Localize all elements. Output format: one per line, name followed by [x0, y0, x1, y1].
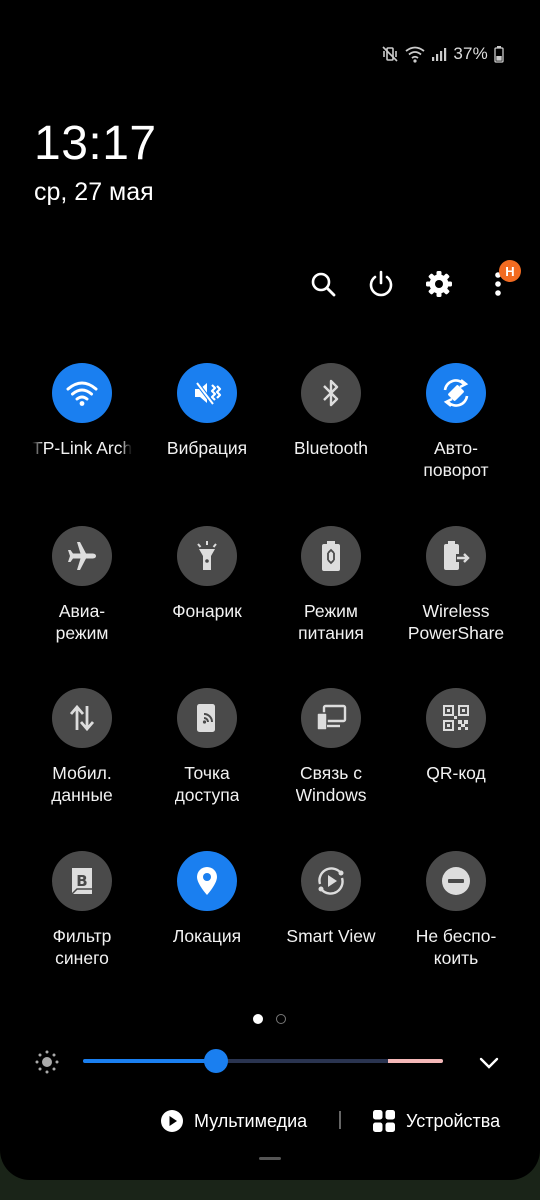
settings-button[interactable] [421, 266, 457, 302]
vibrate-icon [195, 381, 222, 406]
tile-icon-bg [301, 363, 361, 423]
quick-settings-panel: 37% 13:17 ср, 27 мая H TP-Link Arch Вибр… [0, 0, 540, 1180]
auto-rotate-icon [443, 379, 469, 407]
devices-grid-icon [373, 1110, 395, 1132]
mobile-data-icon [69, 704, 95, 732]
tile-flashlight[interactable]: Фонарик [142, 526, 272, 622]
expand-button[interactable] [476, 1050, 502, 1076]
link-windows-icon [316, 704, 347, 731]
tile-wireless-powershare[interactable]: Wireless PowerShare [391, 526, 521, 644]
tile-label: Мобил. данные [51, 763, 113, 805]
brightness-high-zone [388, 1059, 443, 1063]
tile-label: Bluetooth [294, 438, 368, 458]
brightness-fill [83, 1059, 217, 1063]
status-bar: 37% [381, 40, 504, 68]
gear-icon [426, 271, 452, 297]
tile-icon-bg [426, 363, 486, 423]
tile-icon-bg [177, 688, 237, 748]
battery-percent: 37% [453, 44, 488, 63]
tile-icon-bg [177, 363, 237, 423]
search-button[interactable] [305, 266, 341, 302]
media-button[interactable]: Мультимедиа [160, 1106, 307, 1136]
location-icon [197, 867, 217, 895]
tile-blue-light-filter[interactable]: B Фильтр синего [17, 851, 147, 969]
tile-icon-bg [426, 851, 486, 911]
tile-icon-bg [426, 526, 486, 586]
tile-label: Не беспо- коить [415, 926, 497, 968]
tile-auto-rotate[interactable]: Авто- поворот [391, 363, 521, 481]
tile-label: Авто- поворот [423, 438, 489, 480]
bluetooth-icon [323, 379, 339, 407]
play-icon [161, 1110, 183, 1132]
tile-label: Вибрация [166, 438, 248, 458]
blue-light-icon: B [71, 868, 92, 895]
tile-wifi[interactable]: TP-Link Archer A2 5G [17, 363, 147, 459]
smart-view-icon [318, 867, 344, 895]
vibrate-mute-icon [382, 46, 398, 62]
tile-label: Режим питания [298, 601, 364, 643]
tile-label: Smart View [286, 926, 376, 946]
tile-smart-view[interactable]: Smart View [266, 851, 396, 947]
tile-label: Фильтр синего [52, 926, 112, 968]
tile-label: Локация [172, 926, 242, 946]
tile-label: Точка доступа [174, 763, 240, 805]
tile-icon-bg [52, 688, 112, 748]
tile-vibrate[interactable]: Вибрация [142, 363, 272, 459]
chevron-down-icon [479, 1057, 499, 1069]
brightness-thumb[interactable] [204, 1049, 229, 1073]
page-indicator-active[interactable] [253, 1014, 263, 1024]
tile-bluetooth[interactable]: Bluetooth [266, 363, 396, 459]
tile-icon-bg [301, 526, 361, 586]
battery-saver-icon [322, 541, 340, 571]
hotspot-icon [197, 704, 215, 732]
tile-icon-bg [177, 526, 237, 586]
divider [339, 1111, 341, 1129]
wifi-icon [66, 381, 98, 406]
tile-icon-bg: B [52, 851, 112, 911]
tile-icon-bg [301, 688, 361, 748]
wifi-status-icon [405, 46, 425, 63]
tile-icon-bg [177, 851, 237, 911]
battery-icon [494, 45, 504, 63]
page-indicator[interactable] [276, 1014, 286, 1024]
powershare-icon [444, 541, 470, 570]
tile-icon-bg [301, 851, 361, 911]
clock-date[interactable]: ср, 27 мая [34, 178, 154, 207]
drag-handle[interactable] [259, 1157, 281, 1160]
power-icon [369, 270, 393, 297]
notification-badge: H [499, 260, 521, 282]
svg-text:B: B [76, 872, 87, 890]
devices-label: Устройства [406, 1110, 501, 1131]
tile-icon-bg [52, 526, 112, 586]
tile-do-not-disturb[interactable]: Не беспо- коить [391, 851, 521, 969]
tile-link-to-windows[interactable]: Связь с Windows [266, 688, 396, 806]
do-not-disturb-icon [442, 867, 470, 895]
qr-code-icon [443, 705, 469, 731]
tile-location[interactable]: Локация [142, 851, 272, 947]
tile-label: TP-Link Archer A2 5G [32, 438, 132, 458]
tile-qr-code[interactable]: QR-код [391, 688, 521, 784]
media-label: Мультимедиа [194, 1110, 308, 1131]
brightness-icon [35, 1050, 59, 1074]
tile-airplane[interactable]: Авиа- режим [17, 526, 147, 644]
flashlight-icon [197, 541, 217, 570]
tile-icon-bg [52, 363, 112, 423]
tile-label: Фонарик [172, 601, 242, 621]
tile-label: Связь с Windows [295, 763, 367, 805]
tile-icon-bg [426, 688, 486, 748]
power-button[interactable] [363, 266, 399, 302]
tile-power-mode[interactable]: Режим питания [266, 526, 396, 644]
signal-icon [432, 48, 447, 61]
clock-time[interactable]: 13:17 [34, 116, 157, 171]
tile-mobile-data[interactable]: Мобил. данные [17, 688, 147, 806]
brightness-slider[interactable] [83, 1049, 443, 1073]
tile-label: Wireless PowerShare [407, 601, 505, 643]
tile-label: QR-код [426, 763, 486, 783]
devices-button[interactable]: Устройства [372, 1106, 500, 1136]
search-icon [311, 272, 336, 297]
airplane-icon [68, 542, 96, 570]
tile-label: Авиа- режим [55, 601, 109, 643]
tile-hotspot[interactable]: Точка доступа [142, 688, 272, 806]
